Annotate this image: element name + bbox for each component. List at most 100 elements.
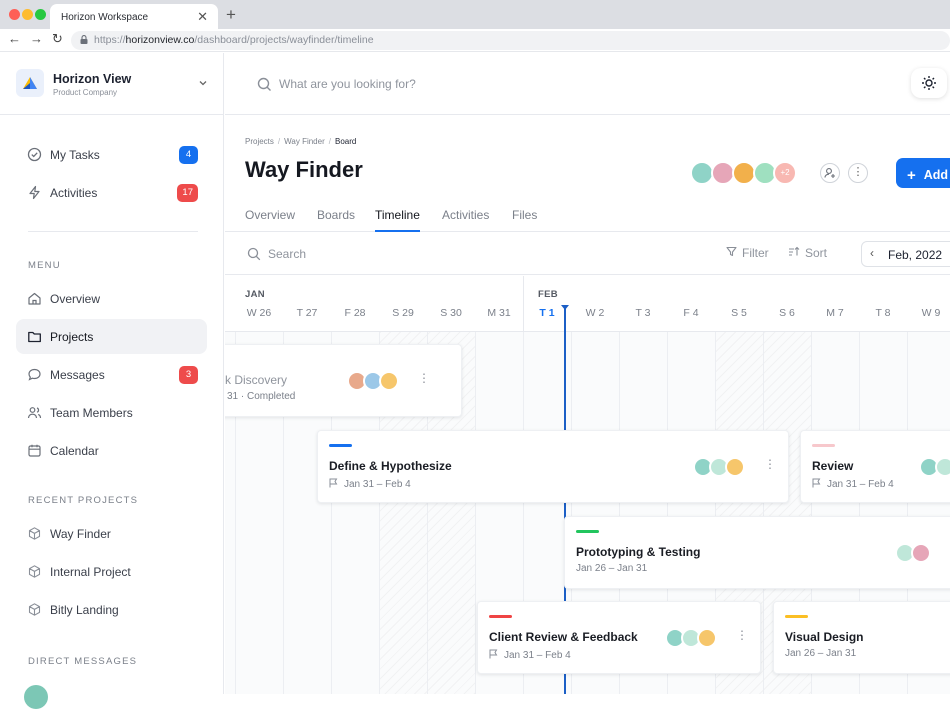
sun-icon (922, 76, 936, 90)
task-color-bar (489, 615, 512, 618)
task-title: Prototyping & Testing (576, 545, 701, 559)
back-icon[interactable]: ← (8, 31, 21, 46)
page-title: Way Finder (245, 157, 363, 182)
day-label: W 26 (246, 307, 272, 319)
workspace-subtitle: Product Company (53, 88, 118, 97)
month-picker[interactable]: ‹ Feb, 2022 (861, 241, 950, 267)
sort-icon (789, 246, 800, 256)
day-label: S 5 (731, 307, 747, 319)
add-button[interactable]: + Add (896, 158, 950, 188)
sidebar-item-activities[interactable]: Activities 17 (16, 175, 207, 210)
recent-projects-heading: RECENT PROJECTS (28, 495, 139, 506)
tab-files[interactable]: Files (512, 208, 537, 232)
close-window-button[interactable] (9, 9, 20, 20)
month-divider (523, 276, 524, 332)
breadcrumb-item[interactable]: Projects (245, 137, 274, 146)
minimize-window-button[interactable] (22, 9, 33, 20)
timeline-toolbar: Search Filter Sort ‹ Feb, 2022 (225, 232, 950, 275)
tab-activities[interactable]: Activities (442, 208, 489, 232)
count-badge: 4 (179, 146, 198, 164)
url-scheme: https:// (94, 34, 126, 46)
calendar-icon (28, 444, 41, 457)
maximize-window-button[interactable] (35, 9, 46, 20)
count-badge: 17 (177, 184, 198, 202)
more-options-button[interactable]: ⋮ (848, 163, 868, 183)
address-bar[interactable]: https://horizonview.co/dashboard/project… (71, 31, 950, 50)
day-label: T 3 (635, 307, 651, 319)
day-label: S 29 (392, 307, 414, 319)
theme-toggle-button[interactable] (911, 68, 947, 98)
day-gridline (475, 332, 476, 694)
cube-icon (28, 603, 41, 616)
search-input[interactable] (279, 73, 659, 95)
day-label: F 28 (344, 307, 366, 319)
filter-label: Filter (742, 246, 769, 260)
cube-icon (28, 565, 41, 578)
day-label: F 4 (683, 307, 699, 319)
sidebar-item-projects[interactable]: Projects (16, 319, 207, 354)
new-tab-button[interactable]: + (226, 5, 236, 25)
sidebar-item-overview[interactable]: Overview (16, 281, 207, 316)
task-meta: Jan 31 – Feb 4 (812, 477, 894, 490)
sidebar-item-internal-project[interactable]: Internal Project (16, 554, 207, 589)
day-label: W 2 (585, 307, 605, 319)
close-tab-icon[interactable]: ✕ (197, 9, 208, 25)
task-more-icon[interactable]: ⋮ (764, 458, 776, 470)
task-meta: Jan 31 – Feb 4 (329, 477, 411, 490)
month-label: JAN (245, 289, 265, 300)
breadcrumb-item[interactable]: Way Finder (284, 137, 325, 146)
sidebar-item-bitly-landing[interactable]: Bitly Landing (16, 592, 207, 627)
task-card-client-review-feedback[interactable]: Client Review & Feedback Jan 31 – Feb 4 … (477, 601, 761, 674)
task-card-visual-design[interactable]: Visual Design Jan 26 – Jan 31 (773, 601, 950, 674)
timeline-search[interactable]: Search (268, 247, 306, 261)
task-more-icon[interactable]: ⋮ (418, 372, 430, 384)
sidebar-item-label: Internal Project (50, 565, 131, 579)
search-icon (247, 247, 261, 261)
tab-timeline[interactable]: Timeline (375, 208, 420, 232)
task-card-discovery[interactable]: k Discovery 31 · Completed ⋮ (225, 344, 462, 417)
sidebar-item-calendar[interactable]: Calendar (16, 433, 207, 468)
task-card-prototyping-testing[interactable]: Prototyping & Testing Jan 26 – Jan 31 (564, 516, 950, 589)
sidebar-item-team-members[interactable]: Team Members (16, 395, 207, 430)
direct-messages-heading: DIRECT MESSAGES (28, 656, 138, 667)
month-label: FEB (538, 289, 558, 300)
avatar[interactable] (24, 685, 48, 709)
day-label: T 27 (296, 307, 318, 319)
filter-button[interactable]: Filter (726, 246, 769, 260)
more-members-badge: +2 (773, 161, 797, 185)
tab-overview[interactable]: Overview (245, 208, 295, 232)
tab-boards[interactable]: Boards (317, 208, 355, 232)
sidebar-item-way-finder[interactable]: Way Finder (16, 516, 207, 551)
browser-titlebar: Horizon Workspace ✕ + (0, 0, 950, 30)
task-card-review[interactable]: Review Jan 31 – Feb 4 (800, 430, 950, 503)
reload-icon[interactable]: ↻ (52, 31, 63, 47)
task-card-define-hypothesize[interactable]: Define & Hypothesize Jan 31 – Feb 4 ⋮ (317, 430, 789, 503)
url-path: /dashboard/projects/wayfinder/timeline (194, 34, 374, 46)
task-color-bar (576, 530, 599, 533)
forward-icon[interactable]: → (30, 31, 43, 46)
sidebar-item-messages[interactable]: Messages 3 (16, 357, 207, 392)
chevron-down-icon[interactable] (198, 78, 208, 88)
browser-tab-title: Horizon Workspace (61, 12, 149, 23)
workspace-logo-icon (23, 77, 37, 89)
task-title: k Discovery (225, 373, 288, 387)
timeline-header: JAN FEB W 26 T 27 F 28 S 29 S 30 M 31 T 1W 2T … (225, 276, 950, 332)
sidebar-item-my-tasks[interactable]: My Tasks 4 (16, 137, 207, 172)
flag-icon (489, 649, 498, 659)
add-member-button[interactable] (820, 163, 840, 183)
task-more-icon[interactable]: ⋮ (736, 629, 748, 641)
day-label: W 9 (921, 307, 941, 319)
task-title: Client Review & Feedback (489, 630, 638, 644)
workspace-name: Horizon View (53, 72, 132, 86)
task-color-bar (329, 444, 352, 447)
sort-label: Sort (805, 246, 828, 260)
chevron-left-icon[interactable]: ‹ (870, 246, 874, 260)
sidebar-divider (0, 114, 224, 115)
sidebar-item-label: Calendar (50, 444, 99, 458)
sort-button[interactable]: Sort (788, 246, 827, 260)
breadcrumb-separator: / (277, 137, 281, 146)
home-icon (28, 292, 41, 305)
browser-tab[interactable]: Horizon Workspace ✕ (50, 4, 218, 30)
task-meta: Jan 31 – Feb 4 (489, 648, 571, 661)
sidebar-item-label: Activities (50, 186, 98, 200)
